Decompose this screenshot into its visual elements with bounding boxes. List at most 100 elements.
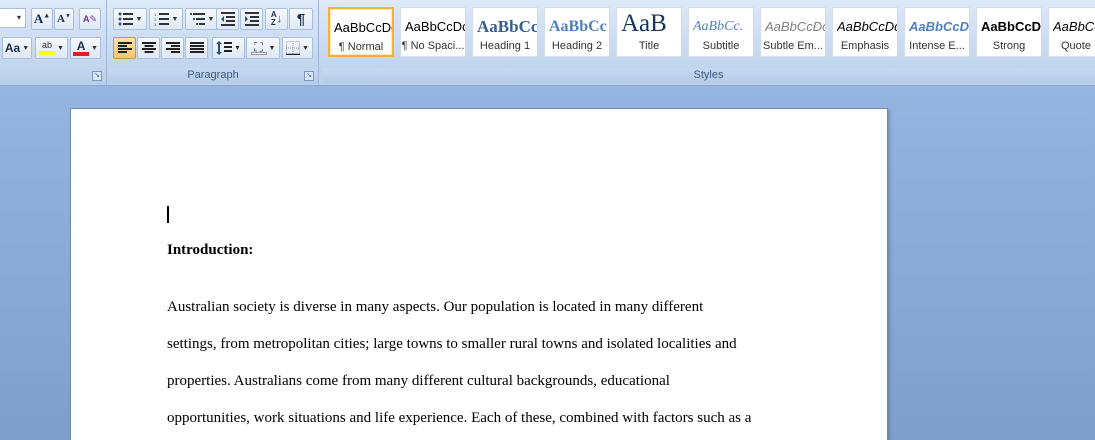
- paragraph-line: properties. Australians come from many d…: [167, 373, 670, 389]
- font-group: ▾ A▲ A▼ A✎ Aa ▼ ab ▼ A ▼ ↘: [0, 0, 107, 85]
- document-heading: Introduction:: [167, 242, 254, 258]
- style-sample: AaBbCcDc: [405, 19, 465, 34]
- numbering-button[interactable]: 1 2 3 ▼: [149, 8, 183, 30]
- borders-icon: [286, 41, 301, 55]
- align-right-button[interactable]: [161, 37, 184, 59]
- chevron-down-icon: ▼: [135, 15, 143, 23]
- align-center-button[interactable]: [137, 37, 160, 59]
- clear-formatting-button[interactable]: A✎: [79, 8, 101, 30]
- chevron-down-icon: ▼: [302, 44, 309, 52]
- style-sample: AaBbCc.: [693, 19, 744, 34]
- style-name: Subtle Em...: [763, 40, 823, 52]
- chevron-down-icon: ▼: [57, 44, 64, 52]
- show-hide-marks-button[interactable]: ¶: [289, 8, 313, 30]
- highlight-button[interactable]: ab ▼: [35, 37, 68, 59]
- style-sample: AaBbCcDc: [765, 19, 825, 34]
- paragraph-line: opportunities, work situations and life …: [167, 410, 752, 426]
- font-dialog-launcher[interactable]: ↘: [92, 71, 102, 81]
- font-size-box[interactable]: ▾: [0, 8, 26, 28]
- paragraph-line: Australian society is diverse in many as…: [167, 299, 704, 315]
- style-name: Heading 2: [551, 40, 603, 52]
- style-strong[interactable]: AaBbCcDc Strong: [976, 7, 1042, 57]
- paragraph-dialog-launcher[interactable]: ↘: [304, 71, 314, 81]
- align-right-icon: [165, 42, 180, 53]
- decrease-indent-icon: [220, 12, 235, 26]
- bullets-icon: [118, 12, 133, 26]
- ribbon: ▾ A▲ A▼ A✎ Aa ▼ ab ▼ A ▼ ↘ ▼ 1 2 3 ▼ ▼ A…: [0, 0, 1095, 86]
- borders-button[interactable]: ▼: [282, 37, 313, 59]
- align-center-icon: [141, 42, 156, 53]
- style-name: Emphasis: [840, 40, 890, 52]
- grow-font-button[interactable]: A▲: [31, 8, 53, 30]
- style-emphasis[interactable]: AaBbCcDc Emphasis: [832, 7, 898, 57]
- multilevel-list-icon: [189, 13, 205, 25]
- grow-font-icon: A▲: [33, 11, 51, 26]
- style-sample: AaBbCc: [1053, 19, 1095, 34]
- style-quote[interactable]: AaBbCc Quote: [1048, 7, 1095, 57]
- style-subtitle[interactable]: AaBbCc. Subtitle: [688, 7, 754, 57]
- clear-formatting-icon: A✎: [82, 13, 98, 24]
- highlighter-icon: ab: [39, 41, 56, 55]
- font-color-button[interactable]: A ▼: [70, 37, 101, 59]
- change-case-button[interactable]: Aa ▼: [2, 37, 32, 59]
- line-spacing-icon: [216, 41, 233, 55]
- paint-bucket-icon: ⛶: [250, 41, 267, 55]
- style-heading-1[interactable]: AaBbCc Heading 1: [472, 7, 538, 57]
- style-name: ¶ Normal: [338, 41, 384, 53]
- shading-button[interactable]: ⛶ ▼: [246, 37, 280, 59]
- styles-group-caption: Styles: [322, 68, 1095, 83]
- multilevel-list-button[interactable]: ▼: [185, 8, 219, 30]
- sort-icon: A Z ↓: [270, 10, 283, 27]
- shrink-font-icon: A▼: [57, 13, 71, 25]
- style-name: Intense E...: [909, 40, 965, 52]
- document-page[interactable]: Introduction: Australian society is dive…: [70, 108, 888, 440]
- paragraph-group-caption: Paragraph: [108, 68, 318, 83]
- style-name: Title: [638, 40, 660, 52]
- increase-indent-icon: [244, 12, 259, 26]
- chevron-down-icon: ▼: [22, 44, 30, 52]
- style-sample: AaBbCcDc: [981, 19, 1041, 34]
- style-heading-2[interactable]: AaBbCc Heading 2: [544, 7, 610, 57]
- style-intense-emphasis[interactable]: AaBbCcDc Intense E...: [904, 7, 970, 57]
- style-sample: AaBbCcDc: [837, 19, 897, 34]
- style-sample: AaBbCc: [477, 17, 537, 36]
- paragraph-group: ▼ 1 2 3 ▼ ▼ A Z ↓ ¶ ▼ ⛶ ▼ ▼ Paragraph ↘: [108, 0, 319, 85]
- style-title[interactable]: AaB Title: [616, 7, 682, 57]
- style-no-spacing[interactable]: AaBbCcDc ¶ No Spaci...: [400, 7, 466, 57]
- chevron-down-icon: ▼: [268, 44, 276, 52]
- text-cursor: [167, 206, 169, 223]
- numbering-icon: 1 2 3: [154, 12, 169, 26]
- highlight-color-bar: [39, 51, 56, 55]
- change-case-label: Aa: [4, 41, 21, 55]
- justify-icon: [189, 42, 204, 53]
- style-name: Quote: [1061, 40, 1091, 52]
- align-left-icon: [117, 42, 132, 53]
- chevron-down-icon: ▼: [207, 15, 215, 23]
- shrink-font-button[interactable]: A▼: [54, 8, 74, 30]
- paragraph-line: settings, from metropolitan cities; larg…: [167, 336, 737, 352]
- style-sample: AaBbCcDc: [334, 20, 392, 35]
- style-name: Strong: [992, 40, 1026, 52]
- increase-indent-button[interactable]: [240, 8, 263, 30]
- bullets-button[interactable]: ▼: [113, 8, 147, 30]
- font-color-icon: A: [73, 40, 90, 56]
- chevron-down-icon: ▼: [91, 44, 98, 52]
- sort-button[interactable]: A Z ↓: [265, 8, 288, 30]
- style-subtle-emphasis[interactable]: AaBbCcDc Subtle Em...: [760, 7, 826, 57]
- align-left-button[interactable]: [113, 37, 136, 59]
- style-normal[interactable]: AaBbCcDc ¶ Normal: [328, 7, 394, 57]
- font-color-bar: [73, 51, 90, 56]
- style-name: ¶ No Spaci...: [401, 40, 465, 52]
- styles-group: AaBbCcDc ¶ Normal AaBbCcDc ¶ No Spaci...…: [322, 0, 1095, 85]
- justify-button[interactable]: [185, 37, 208, 59]
- svg-text:3: 3: [154, 22, 157, 26]
- style-sample: AaBbCcDc: [909, 19, 969, 34]
- chevron-down-icon: ▼: [171, 15, 179, 23]
- style-name: Subtitle: [702, 40, 740, 52]
- style-sample: AaBbCc: [549, 18, 607, 35]
- line-spacing-button[interactable]: ▼: [212, 37, 245, 59]
- chevron-down-icon: ▼: [234, 44, 241, 52]
- decrease-indent-button[interactable]: [216, 8, 239, 30]
- pilcrow-icon: ¶: [296, 10, 306, 28]
- style-name: Heading 1: [479, 40, 531, 52]
